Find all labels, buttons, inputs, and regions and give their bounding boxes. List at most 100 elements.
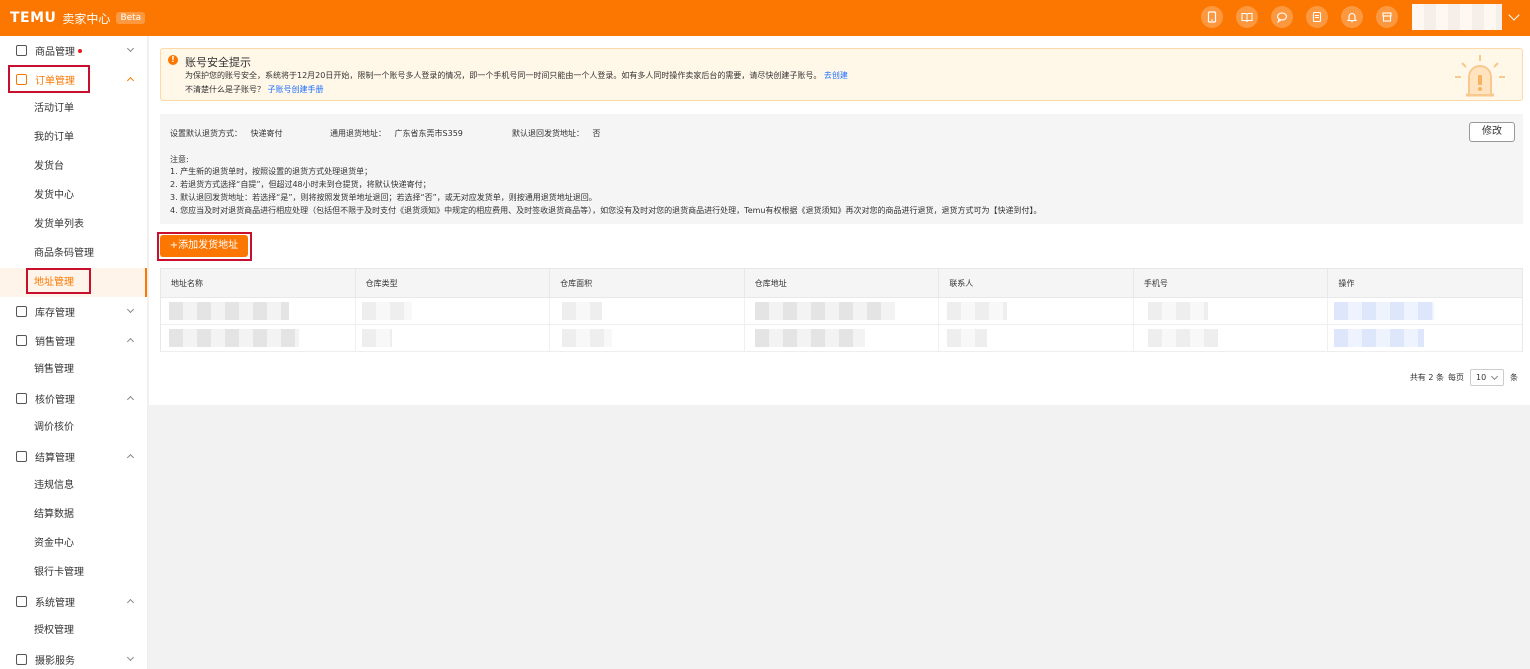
highlight-order-group [8, 65, 90, 93]
alert-help: 不清楚什么是子账号？ 子账号创建手册 [185, 84, 324, 95]
col-address-name: 地址名称 [161, 269, 356, 297]
alert-message: 为保护您的账号安全，系统将于12月20日开始，限制一个账号多人登录的情况，即一个… [185, 70, 848, 81]
table-cell-redacted [745, 325, 940, 351]
sidebar-item-settlement-data[interactable]: 结算数据 [0, 500, 147, 529]
document-icon[interactable] [1306, 6, 1328, 28]
tablet-icon[interactable] [1201, 6, 1223, 28]
sidebar-group-label: 结算管理 [35, 453, 75, 464]
sidebar-item-shipping-center[interactable]: 发货中心 [0, 181, 147, 210]
sidebar-item-violations[interactable]: 违规信息 [0, 471, 147, 500]
content-panel: ! 账号安全提示 为保护您的账号安全，系统将于12月20日开始，限制一个账号多人… [149, 36, 1530, 405]
chat-icon[interactable] [1271, 6, 1293, 28]
temu-logo: TEMU [10, 10, 57, 26]
sidebar-item-funds[interactable]: 资金中心 [0, 529, 147, 558]
sidebar-group-label: 销售管理 [35, 337, 75, 348]
table-cell-redacted [1134, 298, 1329, 324]
highlight-add-button [157, 232, 252, 261]
default-ship-label: 默认退回发货地址： [512, 129, 584, 138]
chevron-up-icon [126, 76, 135, 85]
return-address-label: 通用退货地址： [330, 129, 386, 138]
sidebar-item-my-orders[interactable]: 我的订单 [0, 123, 147, 152]
shield-icon [16, 596, 27, 607]
address-table: 地址名称 仓库类型 仓库面积 仓库地址 联系人 手机号 操作 [160, 268, 1523, 352]
price-icon [16, 393, 27, 404]
col-actions: 操作 [1338, 279, 1355, 288]
sidebar-item-sales[interactable]: 销售管理 [0, 355, 147, 384]
warehouse-icon [16, 306, 27, 317]
sidebar-group-pricing[interactable]: 核价管理 [0, 384, 147, 413]
alert-icon: ! [168, 55, 178, 65]
col-phone: 手机号 [1134, 269, 1329, 297]
table-row[interactable] [161, 298, 1522, 325]
table-cell-redacted [161, 325, 356, 351]
col-warehouse-type: 仓库类型 [356, 269, 551, 297]
table-row[interactable] [161, 325, 1522, 352]
header-icons [1201, 6, 1398, 28]
table-cell-actions[interactable] [1328, 298, 1522, 324]
sidebar-item-active-orders[interactable]: 活动订单 [0, 94, 147, 123]
chevron-up-icon [126, 598, 135, 607]
store-icon[interactable] [1376, 6, 1398, 28]
chevron-down-icon [126, 653, 135, 662]
page-size-select[interactable]: 10 [1470, 369, 1504, 386]
product-icon [16, 45, 27, 56]
return-method-label: 设置默认退货方式： [170, 129, 242, 138]
default-ship-value: 否 [592, 129, 601, 138]
create-subaccount-link[interactable]: 去创建 [824, 71, 848, 80]
sidebar-group-inventory[interactable]: 库存管理 [0, 297, 147, 326]
user-menu[interactable] [1412, 4, 1520, 30]
per-page-unit: 条 [1510, 373, 1518, 382]
chevron-down-icon [126, 44, 135, 53]
chevron-up-icon [126, 337, 135, 346]
total-count: 共有 2 条 [1409, 373, 1444, 382]
sidebar-item-shipment-list[interactable]: 发货单列表 [0, 210, 147, 239]
sidebar-item-shipping-desk[interactable]: 发货台 [0, 152, 147, 181]
table-cell-redacted [1134, 325, 1329, 351]
sidebar-group-product[interactable]: 商品管理 [0, 36, 147, 65]
col-warehouse-address: 仓库地址 [745, 269, 940, 297]
security-alert: ! 账号安全提示 为保护您的账号安全，系统将于12月20日开始，限制一个账号多人… [160, 48, 1523, 101]
page-size-value: 10 [1476, 373, 1487, 382]
sidebar-item-price-adjust[interactable]: 调价核价 [0, 413, 147, 442]
sidebar-item-bank-cards[interactable]: 银行卡管理 [0, 558, 147, 587]
table-cell-actions[interactable] [1328, 325, 1522, 351]
return-settings: 设置默认退货方式： 快递寄付 通用退货地址： 广东省东莞市S359 默认退回发货… [160, 114, 1523, 224]
camera-icon [16, 654, 27, 665]
return-method-value: 快递寄付 [250, 129, 283, 138]
brand[interactable]: TEMU 卖家中心 Beta [0, 10, 146, 27]
default-ship-address: 默认退回发货地址： 否 [512, 128, 601, 139]
table-cell-redacted [939, 298, 1134, 324]
per-page-label: 每页 [1448, 373, 1464, 382]
table-cell-redacted [356, 298, 551, 324]
table-cell-redacted [550, 298, 745, 324]
table-cell-redacted [939, 325, 1134, 351]
sidebar: 商品管理 订单管理 活动订单 我的订单 发货台 发货中心 发货单列表 商品条码管… [0, 36, 148, 669]
avatar [1412, 4, 1502, 30]
col-warehouse-area: 仓库面积 [550, 269, 745, 297]
book-icon[interactable] [1236, 6, 1258, 28]
return-address-value: 广东省东莞市S359 [394, 129, 463, 138]
top-bar: TEMU 卖家中心 Beta [0, 0, 1530, 36]
edit-button[interactable]: 修改 [1469, 122, 1515, 142]
sidebar-item-barcode[interactable]: 商品条码管理 [0, 239, 147, 268]
sidebar-group-system[interactable]: 系统管理 [0, 587, 147, 616]
table-cell-redacted [745, 298, 940, 324]
bell-icon[interactable] [1341, 6, 1363, 28]
chevron-up-icon [126, 453, 135, 462]
settlement-icon [16, 451, 27, 462]
alarm-light-icon [1455, 55, 1505, 97]
sidebar-group-sales[interactable]: 销售管理 [0, 326, 147, 355]
note-3: 3. 默认退回发货地址：若选择“是”，则将按照发货单地址退回；若选择“否”，或无… [170, 193, 597, 202]
table-header: 地址名称 仓库类型 仓库面积 仓库地址 联系人 手机号 操作 [161, 269, 1522, 298]
table-cell-redacted [356, 325, 551, 351]
sidebar-group-label: 系统管理 [35, 598, 75, 609]
subaccount-manual-link[interactable]: 子账号创建手册 [268, 85, 324, 94]
note-4: 4. 您应当及时对退货商品进行相应处理（包括但不限于及时支付《退货须知》中规定的… [170, 206, 1042, 215]
sidebar-item-authorization[interactable]: 授权管理 [0, 616, 147, 645]
chevron-up-icon [126, 395, 135, 404]
highlight-address-item [26, 268, 91, 294]
alert-title: 账号安全提示 [185, 56, 251, 69]
sidebar-group-settlement[interactable]: 结算管理 [0, 442, 147, 471]
sidebar-group-label: 库存管理 [35, 308, 75, 319]
sidebar-group-photography[interactable]: 摄影服务 [0, 645, 147, 669]
